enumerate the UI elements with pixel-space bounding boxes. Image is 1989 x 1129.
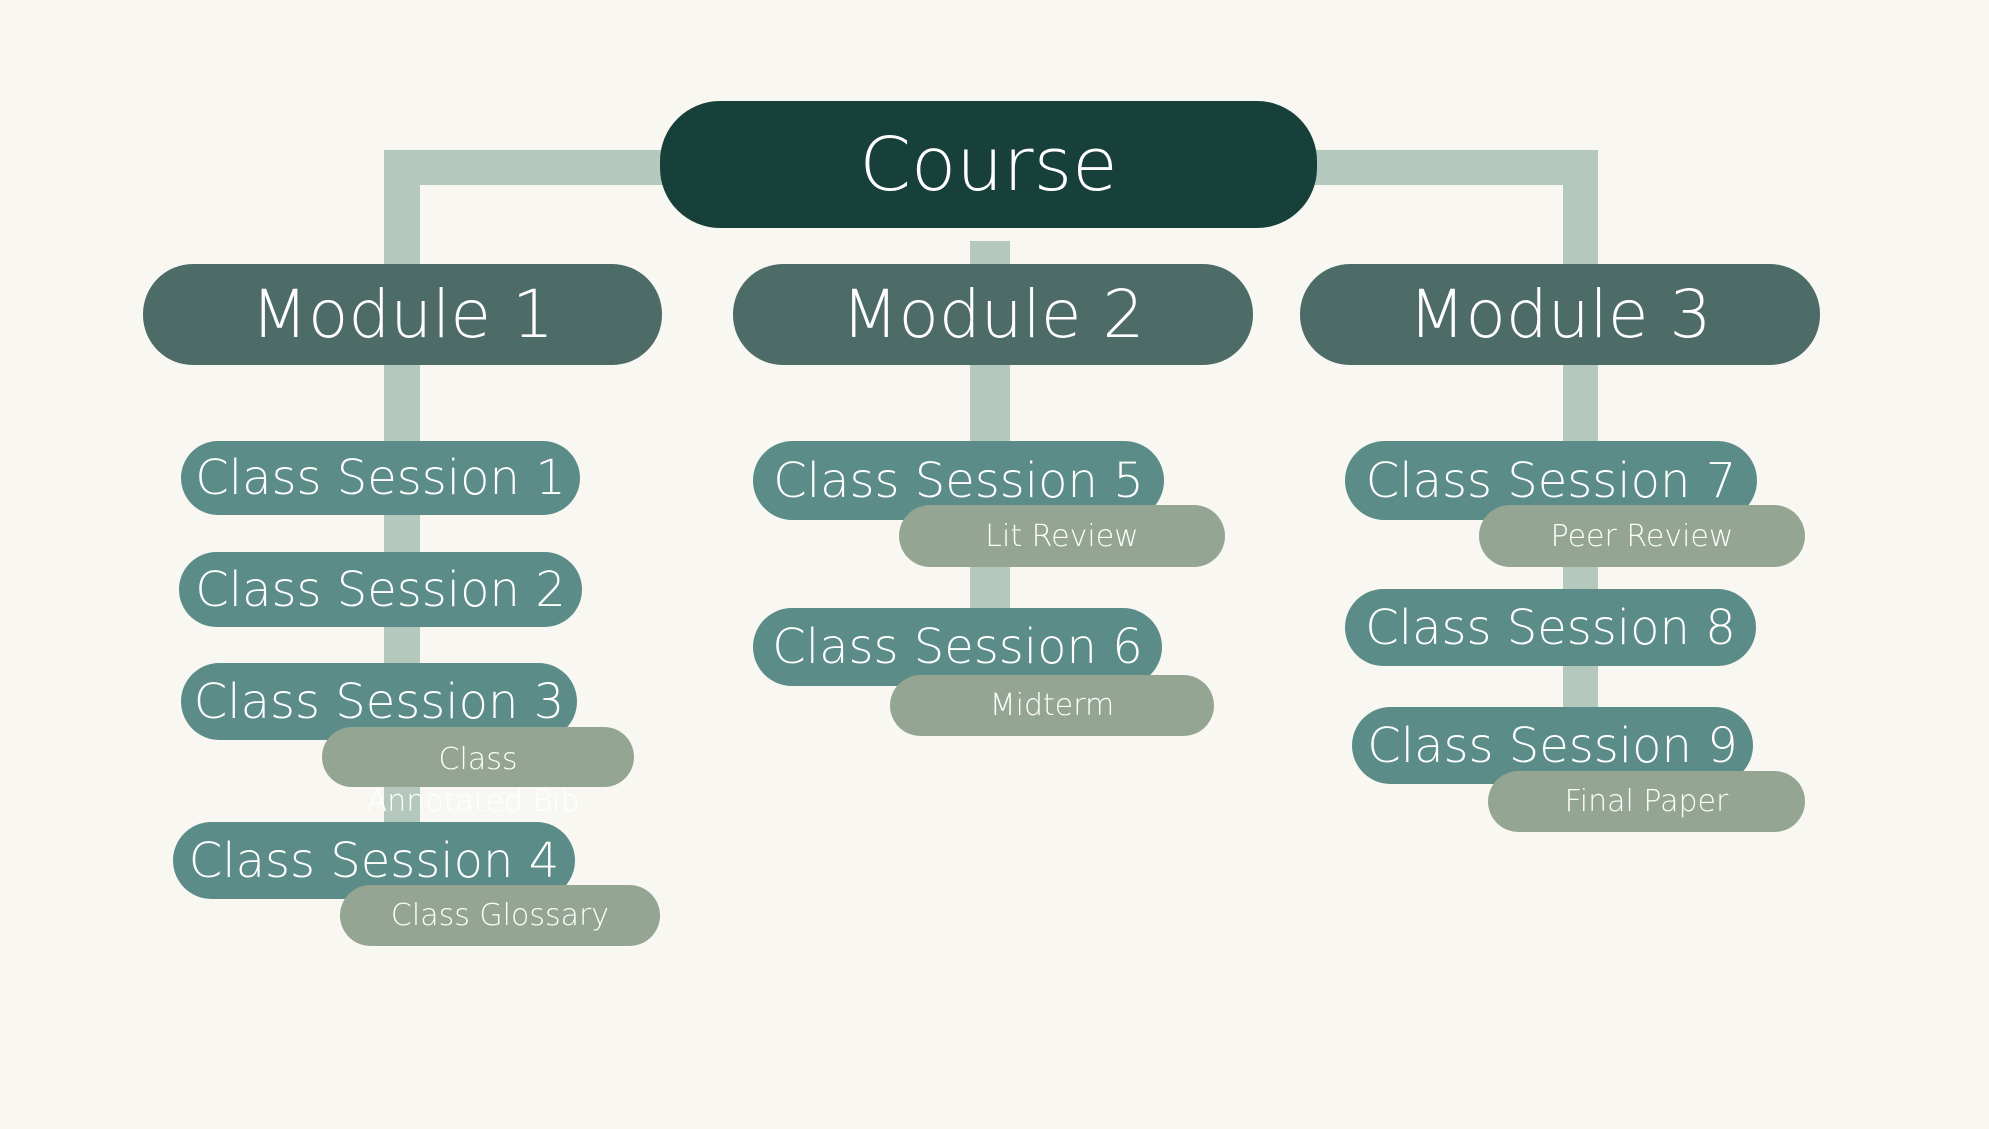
session-8-node: Class Session 8 <box>1345 589 1756 666</box>
annotated-bib-node: Class Annotated Bib. <box>322 727 634 819</box>
course-node: Course <box>660 101 1317 228</box>
peer-review-node: Peer Review <box>1479 505 1805 567</box>
final-paper-node: Final Paper <box>1488 771 1805 832</box>
session-1-node: Class Session 1 <box>181 441 580 515</box>
module-3-node: Module 3 <box>1300 264 1820 365</box>
module-2-node: Module 2 <box>733 264 1253 365</box>
module-1-node: Module 1 <box>143 264 662 365</box>
session-2-node: Class Session 2 <box>179 552 582 627</box>
lit-review-node: Lit Review <box>899 505 1225 567</box>
glossary-node: Class Glossary <box>340 885 660 946</box>
midterm-node: Midterm <box>890 675 1214 736</box>
